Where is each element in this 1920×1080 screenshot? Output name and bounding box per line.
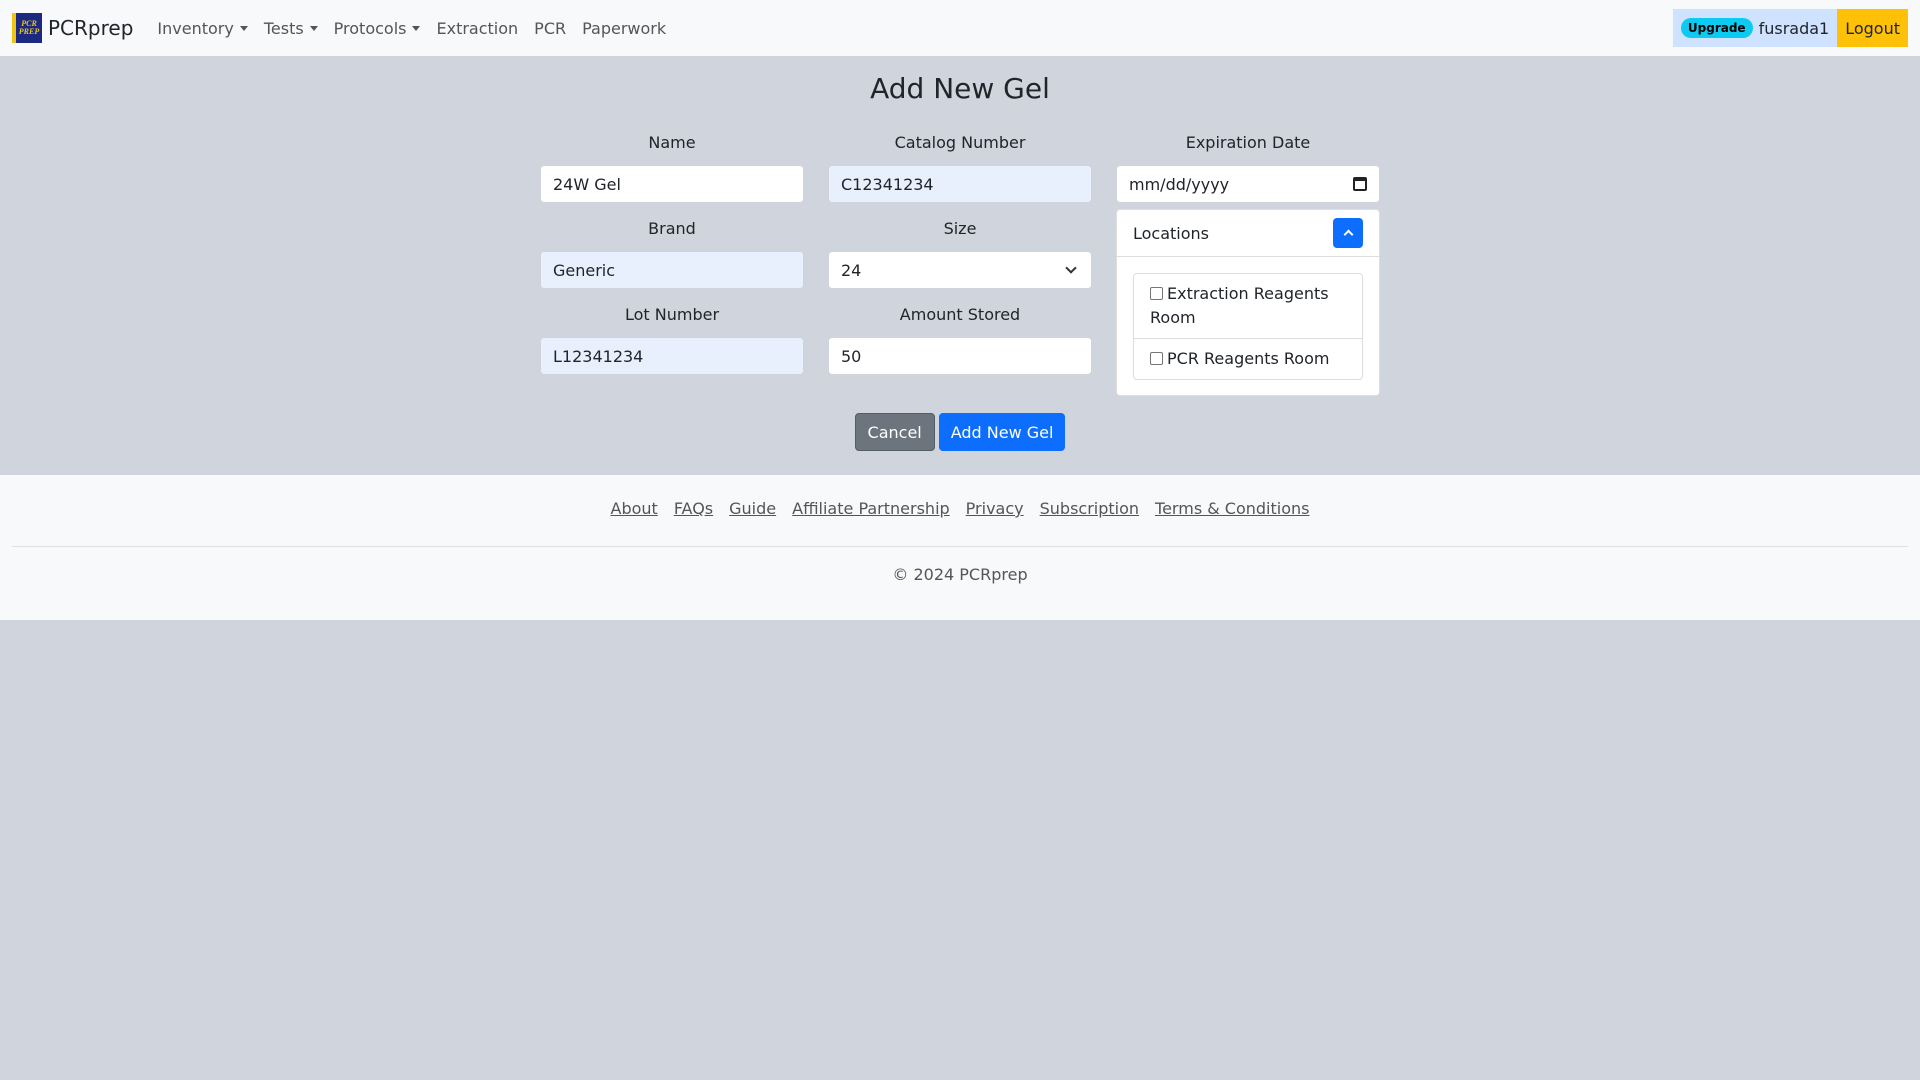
add-new-gel-button[interactable]: Add New Gel: [938, 413, 1066, 451]
footer-link-privacy[interactable]: Privacy: [966, 499, 1024, 518]
navbar: PCR PREP PCRprep Inventory Tests Protoco…: [0, 0, 1920, 56]
amount-value: 50: [841, 346, 862, 366]
locations-card: Locations Extraction Reagents Room PCR R…: [1116, 209, 1380, 396]
footer-link-about[interactable]: About: [611, 499, 658, 518]
location-item[interactable]: PCR Reagents Room: [1134, 338, 1362, 379]
chevron-down-icon: [1065, 262, 1077, 274]
size-label: Size: [943, 219, 977, 238]
nav-pcr[interactable]: PCR: [534, 19, 566, 38]
expiration-date-input[interactable]: mm/dd/yyyy: [1116, 165, 1380, 203]
calendar-icon[interactable]: [1353, 177, 1367, 191]
brand-group: Brand Generic: [540, 217, 804, 289]
footer-link-faqs[interactable]: FAQs: [674, 499, 713, 518]
locations-title: Locations: [1133, 223, 1210, 243]
lot-label: Lot Number: [624, 305, 720, 324]
catalog-number-input[interactable]: C12341234: [828, 165, 1092, 203]
amount-stored-input[interactable]: 50: [828, 337, 1092, 375]
user-area: Upgrade fusrada1 Logout: [1672, 9, 1908, 47]
footer-link-terms[interactable]: Terms & Conditions: [1155, 499, 1309, 518]
logout-button[interactable]: Logout: [1837, 9, 1908, 47]
nav-tests[interactable]: Tests: [264, 19, 318, 38]
footer-link-subscription[interactable]: Subscription: [1040, 499, 1139, 518]
nav-paperwork-label: Paperwork: [582, 18, 667, 38]
footer-links: About FAQs Guide Affiliate Partnership P…: [0, 499, 1920, 518]
expiration-label: Expiration Date: [1185, 133, 1311, 152]
lot-number-input[interactable]: L12341234: [540, 337, 804, 375]
nav-pcr-label: PCR: [534, 18, 567, 38]
expiration-group: Expiration Date mm/dd/yyyy: [1116, 131, 1380, 203]
brand-name: PCRprep: [48, 16, 134, 40]
nav-protocols-label: Protocols: [333, 18, 407, 38]
location-label: PCR Reagents Room: [1167, 349, 1330, 368]
size-value: 24: [841, 260, 862, 280]
username: fusrada1: [1758, 18, 1830, 38]
nav-protocols[interactable]: Protocols: [334, 19, 421, 38]
caret-down-icon: [309, 25, 318, 31]
user-menu[interactable]: Upgrade fusrada1: [1672, 9, 1838, 47]
size-group: Size 24: [828, 217, 1092, 289]
footer: About FAQs Guide Affiliate Partnership P…: [0, 475, 1920, 620]
nav-extraction-label: Extraction: [436, 18, 519, 38]
footer-link-affiliate[interactable]: Affiliate Partnership: [792, 499, 950, 518]
brand-value: Generic: [553, 260, 616, 280]
name-input[interactable]: 24W Gel: [540, 165, 804, 203]
caret-down-icon: [239, 25, 248, 31]
footer-divider: [12, 546, 1908, 547]
nav-tests-label: Tests: [263, 18, 304, 38]
expiration-value: mm/dd/yyyy: [1129, 174, 1230, 194]
amount-label: Amount Stored: [899, 305, 1021, 324]
upgrade-badge[interactable]: Upgrade: [1680, 18, 1753, 38]
location-checkbox[interactable]: [1150, 287, 1163, 300]
brand-input[interactable]: Generic: [540, 251, 804, 289]
lot-value: L12341234: [553, 346, 644, 366]
name-group: Name 24W Gel: [540, 131, 804, 203]
logo-text: PCR PREP: [18, 19, 40, 36]
locations-list: Extraction Reagents Room PCR Reagents Ro…: [1133, 273, 1363, 380]
nav-paperwork[interactable]: Paperwork: [582, 19, 666, 38]
location-checkbox[interactable]: [1150, 352, 1163, 365]
amount-group: Amount Stored 50: [828, 303, 1092, 375]
locations-collapse-button[interactable]: [1333, 218, 1363, 248]
catalog-group: Catalog Number C12341234: [828, 131, 1092, 203]
page-title: Add New Gel: [870, 72, 1050, 105]
form-actions: Cancel Add New Gel: [0, 413, 1920, 451]
name-value: 24W Gel: [553, 174, 621, 194]
pcrprep-logo: PCR PREP: [12, 13, 42, 43]
nav-inventory[interactable]: Inventory: [157, 18, 248, 38]
brand-label: Brand: [648, 219, 696, 238]
size-select[interactable]: 24: [828, 251, 1092, 289]
nav-inventory-label: Inventory: [157, 18, 234, 38]
locations-header: Locations: [1117, 210, 1379, 257]
footer-link-guide[interactable]: Guide: [729, 499, 776, 518]
location-label: Extraction Reagents Room: [1150, 284, 1329, 327]
catalog-label: Catalog Number: [894, 133, 1026, 152]
copyright: © 2024 PCRprep: [892, 565, 1028, 584]
cancel-button[interactable]: Cancel: [854, 413, 935, 451]
nav-extraction[interactable]: Extraction: [436, 19, 518, 38]
location-item[interactable]: Extraction Reagents Room: [1134, 274, 1362, 338]
caret-down-icon: [412, 25, 421, 31]
chevron-up-icon: [1343, 229, 1353, 240]
name-label: Name: [648, 133, 696, 152]
brand-link[interactable]: PCR PREP PCRprep: [12, 13, 133, 43]
catalog-value: C12341234: [841, 174, 934, 194]
lot-group: Lot Number L12341234: [540, 303, 804, 375]
